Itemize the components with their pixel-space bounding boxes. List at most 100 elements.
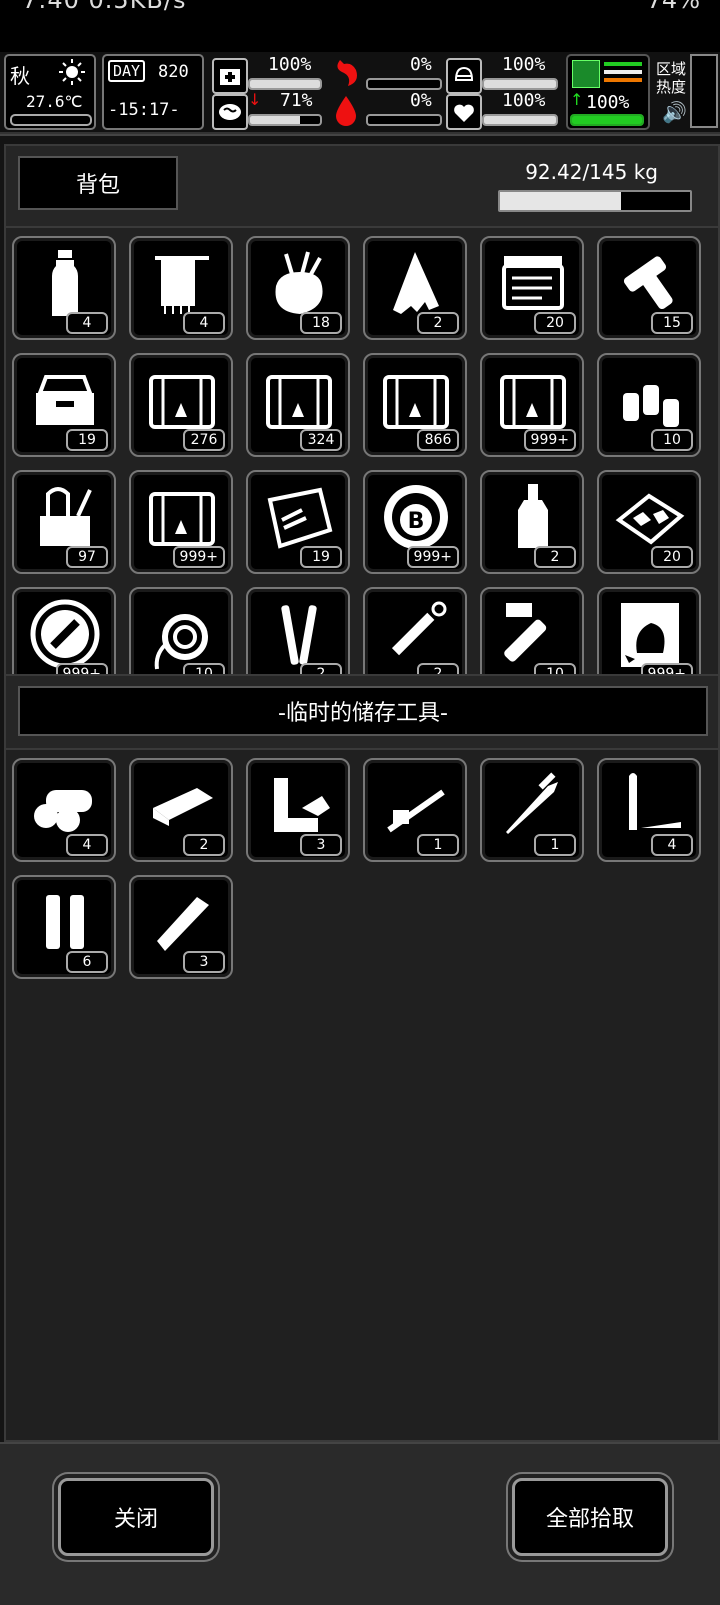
item-count: 6 (66, 951, 108, 973)
speaker-icon[interactable]: 🔊 (662, 100, 687, 124)
brain-icon (212, 94, 248, 130)
stamina-down-arrow-icon: ↓ (248, 90, 262, 109)
wood-plank-icon (153, 788, 213, 826)
item-count: 999+ (406, 546, 459, 568)
thirst-bar (366, 114, 442, 126)
rifle-ammo-icon (629, 773, 681, 830)
syringe-icon (391, 601, 447, 656)
temp-slot[interactable]: 6 (12, 875, 116, 979)
weight-label: 92.42/145 kg (525, 160, 658, 184)
backpack-slot[interactable]: 4 (12, 236, 116, 340)
loot-panel: 背包 92.42/145 kg 4 4 18 2 20 15 19 276 324 866 999+… (0, 134, 720, 1605)
temp-slot[interactable]: 1 (480, 758, 584, 862)
backpack-slot[interactable]: 866 (363, 353, 467, 457)
pliers-kit-icon (267, 487, 333, 549)
item-count: 15 (651, 312, 693, 334)
season-label: 秋 (10, 64, 30, 88)
energy-bar (570, 114, 644, 126)
hunger-value: 0% (410, 54, 432, 75)
backpack-slot[interactable]: 999+ (597, 587, 701, 674)
temp-slot[interactable]: 1 (363, 758, 467, 862)
backpack-slot[interactable]: 97 (12, 470, 116, 574)
bandage-roll-icon (623, 256, 673, 310)
spray-cans-icon (623, 385, 679, 427)
backpack-slot[interactable]: 10 (480, 587, 584, 674)
vial-vii-icon (504, 603, 547, 662)
boot-icon (572, 60, 600, 88)
weather-panel: 秋 27.6℃ (4, 54, 96, 130)
item-count: 4 (651, 834, 693, 856)
stamina-value: 71% (280, 90, 313, 111)
temp-storage-grid: 4 2 3 1 1 4 6 3 (12, 758, 701, 979)
backpack-slot[interactable]: 999+ (12, 587, 116, 674)
heart-icon (446, 94, 482, 130)
backpack-slot[interactable]: 18 (246, 236, 350, 340)
backpack-tab[interactable]: 背包 (18, 156, 178, 210)
crate-tier-1-icon (149, 492, 215, 546)
item-count: 3 (300, 834, 342, 856)
item-count: 4 (183, 312, 225, 334)
thermometer-icon (10, 114, 92, 126)
toolbox-icon (36, 375, 94, 425)
backpack-slot[interactable]: 276 (129, 353, 233, 457)
backpack-slot[interactable]: 20 (597, 470, 701, 574)
region-heat-label: 区域热度 (656, 60, 687, 96)
backpack-slot[interactable]: 15 (597, 236, 701, 340)
clock-time: -15:17- (108, 100, 180, 120)
backpack-slot[interactable]: 10 (597, 353, 701, 457)
mood-bar (482, 114, 558, 126)
backpack-slot[interactable]: 2 (246, 587, 350, 674)
repair-tools-icon (40, 487, 92, 546)
health-bar (248, 78, 322, 90)
temperature-value: 27.6℃ (26, 92, 83, 111)
temp-slot[interactable]: 3 (129, 875, 233, 979)
take-all-button[interactable]: 全部拾取 (512, 1478, 668, 1556)
liquor-bottle-icon (518, 484, 548, 548)
item-count: 866 (417, 429, 459, 451)
temp-slot[interactable]: 4 (597, 758, 701, 862)
item-count: 97 (66, 546, 108, 568)
water-drop-icon (332, 94, 360, 126)
sword-icon (506, 772, 558, 834)
temp-storage-header: -临时的储存工具- (4, 674, 720, 752)
stamina-bar (248, 114, 322, 126)
backpack-slot[interactable]: 19 (246, 470, 350, 574)
test-tubes-icon (281, 605, 317, 665)
thirst-value: 0% (410, 90, 432, 111)
backpack-slot[interactable]: 2 (363, 587, 467, 674)
bitcoin-coin-icon: B (384, 485, 448, 549)
status-bar: 7:40 0.5KB/s 74% (0, 0, 720, 52)
backpack-slot[interactable]: 10 (129, 587, 233, 674)
backpack-slot[interactable]: 2 (363, 236, 467, 340)
footer-bar: 关闭 全部拾取 (0, 1442, 720, 1605)
temp-slot[interactable]: 4 (12, 758, 116, 862)
item-count: 276 (183, 429, 225, 451)
backpack-slot[interactable]: 999+ (129, 470, 233, 574)
item-count: 3 (183, 951, 225, 973)
sniper-rifle-icon (387, 789, 445, 833)
item-count: 20 (534, 312, 576, 334)
item-count: 1 (417, 834, 459, 856)
backpack-slot[interactable]: B 999+ (363, 470, 467, 574)
status-time: 7:40 0.5KB/s (22, 0, 187, 14)
day-time-panel: DAY 820 -15:17- (102, 54, 204, 130)
backpack-slot[interactable]: 4 (129, 236, 233, 340)
temp-slot[interactable]: 3 (246, 758, 350, 862)
item-count: 324 (300, 429, 342, 451)
backpack-slot[interactable]: 19 (12, 353, 116, 457)
close-button[interactable]: 关闭 (58, 1478, 214, 1556)
item-count: 999+ (523, 429, 576, 451)
helmet-icon (446, 58, 482, 94)
backpack-grid-area[interactable]: 4 4 18 2 20 15 19 276 324 866 999+ 10 97 999+ 19 B 999+ 2… (4, 226, 720, 676)
backpack-slot[interactable]: 999+ (480, 353, 584, 457)
temp-storage-area[interactable]: 4 2 3 1 1 4 6 3 (4, 748, 720, 1442)
backpack-slot[interactable]: 20 (480, 236, 584, 340)
item-count: 999+ (172, 546, 225, 568)
rope-icon (154, 614, 208, 670)
item-count: 19 (66, 429, 108, 451)
energy-panel: ↑ 100% (566, 54, 650, 130)
temp-slot[interactable]: 2 (129, 758, 233, 862)
backpack-slot[interactable]: 324 (246, 353, 350, 457)
item-count: 2 (417, 312, 459, 334)
backpack-slot[interactable]: 2 (480, 470, 584, 574)
